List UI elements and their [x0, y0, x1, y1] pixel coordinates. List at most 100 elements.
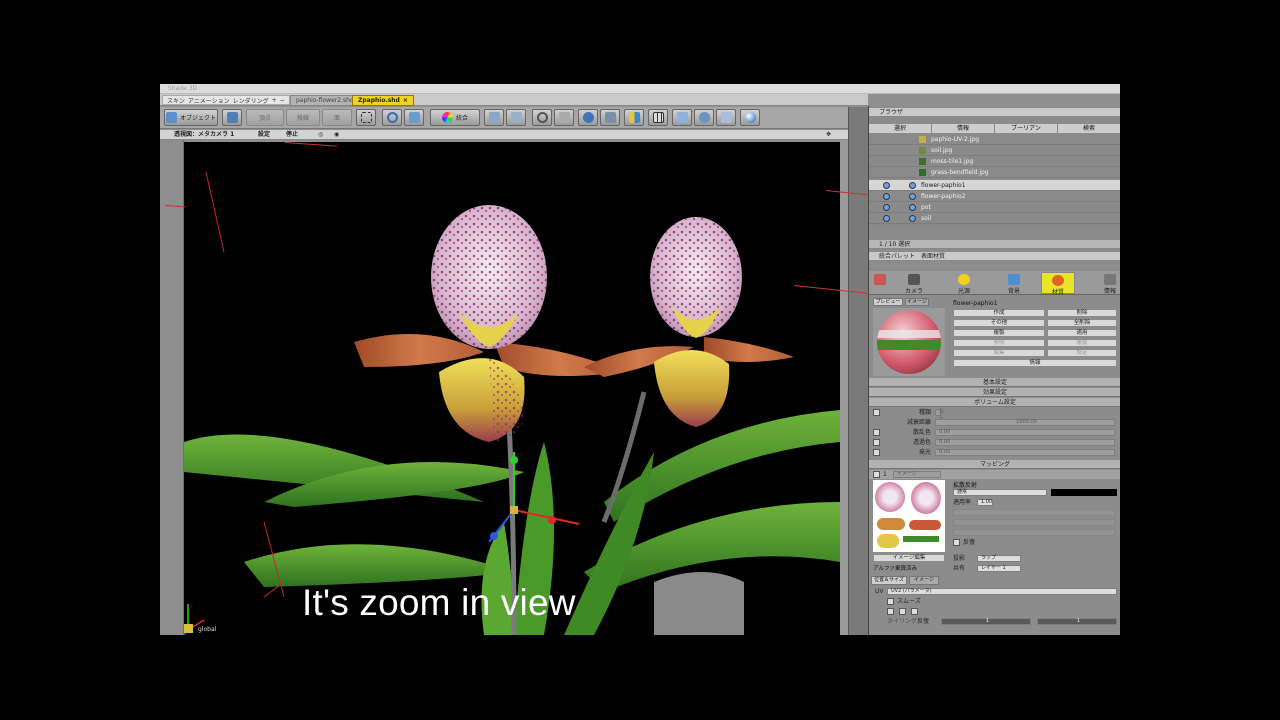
- menu-skin[interactable]: スキン: [167, 96, 185, 105]
- close-icon[interactable]: ×: [403, 97, 408, 104]
- repeat-checkbox[interactable]: [953, 539, 960, 546]
- view-settings[interactable]: 設定: [258, 130, 270, 140]
- tab-info[interactable]: 情報: [1093, 272, 1120, 295]
- vertex-mode-button[interactable]: 頂点: [246, 109, 284, 126]
- tab-camera[interactable]: カメラ: [897, 272, 931, 295]
- transform-button[interactable]: [484, 109, 504, 126]
- section-basic[interactable]: 基本設定: [869, 378, 1120, 387]
- camera-button[interactable]: [222, 109, 242, 126]
- visibility-icon[interactable]: [883, 204, 890, 211]
- tree-row[interactable]: pot: [869, 202, 1120, 213]
- uv-select[interactable]: UV2 (パラメータ): [887, 588, 1117, 595]
- view-nav-icon[interactable]: ✥: [826, 130, 831, 140]
- menu-rendering[interactable]: レンダリング: [233, 96, 269, 105]
- face-mode-button[interactable]: 面: [322, 109, 352, 126]
- tree-row[interactable]: soil: [869, 213, 1120, 224]
- select-rect-button[interactable]: [356, 109, 376, 126]
- delete-button[interactable]: 削除: [1047, 309, 1117, 317]
- uv-toggle-3[interactable]: [911, 608, 918, 615]
- section-effects[interactable]: 効果設定: [869, 388, 1120, 397]
- screen-button[interactable]: [716, 109, 736, 126]
- preview-button[interactable]: [694, 109, 714, 126]
- reference-button[interactable]: 参照: [953, 339, 1045, 347]
- 3d-viewport[interactable]: global: [184, 142, 840, 635]
- tab-background[interactable]: 背景: [997, 272, 1031, 295]
- channel-select[interactable]: レイヤー 1: [977, 565, 1021, 572]
- col-search[interactable]: 検索: [1058, 124, 1120, 133]
- menu-add[interactable]: +: [272, 97, 277, 104]
- doc-tab-paphio-flower2[interactable]: paphio-flower2.shd: [290, 95, 360, 106]
- target-button[interactable]: [532, 109, 552, 126]
- tree-row[interactable]: grass-bendfield.jpg: [869, 167, 1120, 178]
- edit-button[interactable]: 編集: [953, 349, 1045, 357]
- palette-pin-icon[interactable]: [873, 272, 887, 294]
- rate-field[interactable]: 1.00: [977, 499, 993, 506]
- transmit-checkbox[interactable]: [873, 439, 880, 446]
- view-selector[interactable]: 透視図：メタカメラ 1: [174, 130, 234, 140]
- other-button[interactable]: その他: [953, 319, 1045, 327]
- scatter-field[interactable]: 0.00: [935, 429, 1115, 436]
- info-button[interactable]: 情報: [953, 359, 1117, 367]
- wrap-select[interactable]: ラップ: [977, 555, 1021, 562]
- decay-field[interactable]: 1000.00: [935, 419, 1115, 426]
- view-option-icon[interactable]: ◎: [318, 130, 323, 140]
- dim-field-3[interactable]: [953, 529, 1115, 536]
- doc-tab-zpaphio[interactable]: Zpaphio.shd ×: [352, 95, 414, 106]
- mapping-checkbox[interactable]: [873, 471, 880, 478]
- volume-type-select[interactable]: なし: [935, 409, 944, 420]
- globe-button[interactable]: [578, 109, 598, 126]
- menu-remove[interactable]: −: [280, 97, 285, 104]
- apply-button[interactable]: 適用: [1047, 329, 1117, 337]
- col-select[interactable]: 選択: [869, 124, 932, 133]
- section-volume[interactable]: ボリューム設定: [869, 398, 1120, 407]
- volume-checkbox[interactable]: [873, 409, 880, 416]
- transmit-field[interactable]: 0.00: [935, 439, 1115, 446]
- col-boolean[interactable]: ブーリアン: [995, 124, 1058, 133]
- viewport-scrollbar[interactable]: [840, 140, 848, 635]
- scale-button[interactable]: [506, 109, 526, 126]
- render-button[interactable]: [600, 109, 620, 126]
- tree-row-selected[interactable]: flower-paphio1: [869, 180, 1120, 191]
- uv-toggle-2[interactable]: [899, 608, 906, 615]
- view-stop[interactable]: 停止: [286, 130, 298, 140]
- visibility-icon[interactable]: [883, 215, 890, 222]
- mode-select[interactable]: 通常: [953, 489, 1047, 496]
- delete-all-button[interactable]: 全削除: [1047, 319, 1117, 327]
- sphere-button[interactable]: [740, 109, 760, 126]
- tab-material[interactable]: 材質: [1041, 272, 1075, 296]
- panel-splitter[interactable]: [848, 107, 868, 635]
- tree-row[interactable]: soil.jpg: [869, 145, 1120, 156]
- merge-button[interactable]: 統合: [430, 109, 480, 126]
- view-option2-icon[interactable]: ◉: [334, 130, 339, 140]
- tree-row[interactable]: paphio-UV-2.jpg: [869, 134, 1120, 145]
- rotate-button[interactable]: [382, 109, 402, 126]
- mapping-type-select[interactable]: イメージ: [893, 471, 941, 478]
- layout-button[interactable]: [672, 109, 692, 126]
- dim-field-2[interactable]: [953, 519, 1115, 526]
- smooth-checkbox[interactable]: [887, 598, 894, 605]
- section-mapping[interactable]: マッピング: [869, 460, 1120, 469]
- tab-image[interactable]: イメージ: [905, 298, 929, 306]
- col-info[interactable]: 情報: [932, 124, 995, 133]
- visibility-icon[interactable]: [883, 182, 890, 189]
- tiling-u-field[interactable]: 1: [941, 618, 1031, 625]
- visibility-icon[interactable]: [883, 193, 890, 200]
- link-button[interactable]: [404, 109, 424, 126]
- table-button[interactable]: [648, 109, 668, 126]
- grid-button[interactable]: [624, 109, 644, 126]
- emit-field[interactable]: 0.00: [935, 449, 1115, 456]
- tiling-v-field[interactable]: 1: [1037, 618, 1117, 625]
- duplicate-button[interactable]: 複製: [953, 329, 1045, 337]
- tab-light[interactable]: 光源: [947, 272, 981, 295]
- snap-button[interactable]: [554, 109, 574, 126]
- settings-button[interactable]: 設定: [1047, 349, 1117, 357]
- edge-mode-button[interactable]: 稜線: [286, 109, 320, 126]
- create-button[interactable]: 作成: [953, 309, 1045, 317]
- copy-button[interactable]: 複製: [1047, 339, 1117, 347]
- scatter-checkbox[interactable]: [873, 429, 880, 436]
- tab-subimage[interactable]: イメージ: [909, 576, 939, 585]
- menu-animation[interactable]: アニメーション: [188, 96, 230, 105]
- tree-row[interactable]: moss-tile1.jpg: [869, 156, 1120, 167]
- tab-position-size[interactable]: 位置＆サイズ: [871, 576, 907, 585]
- object-mode-button[interactable]: オブジェクト: [164, 109, 218, 126]
